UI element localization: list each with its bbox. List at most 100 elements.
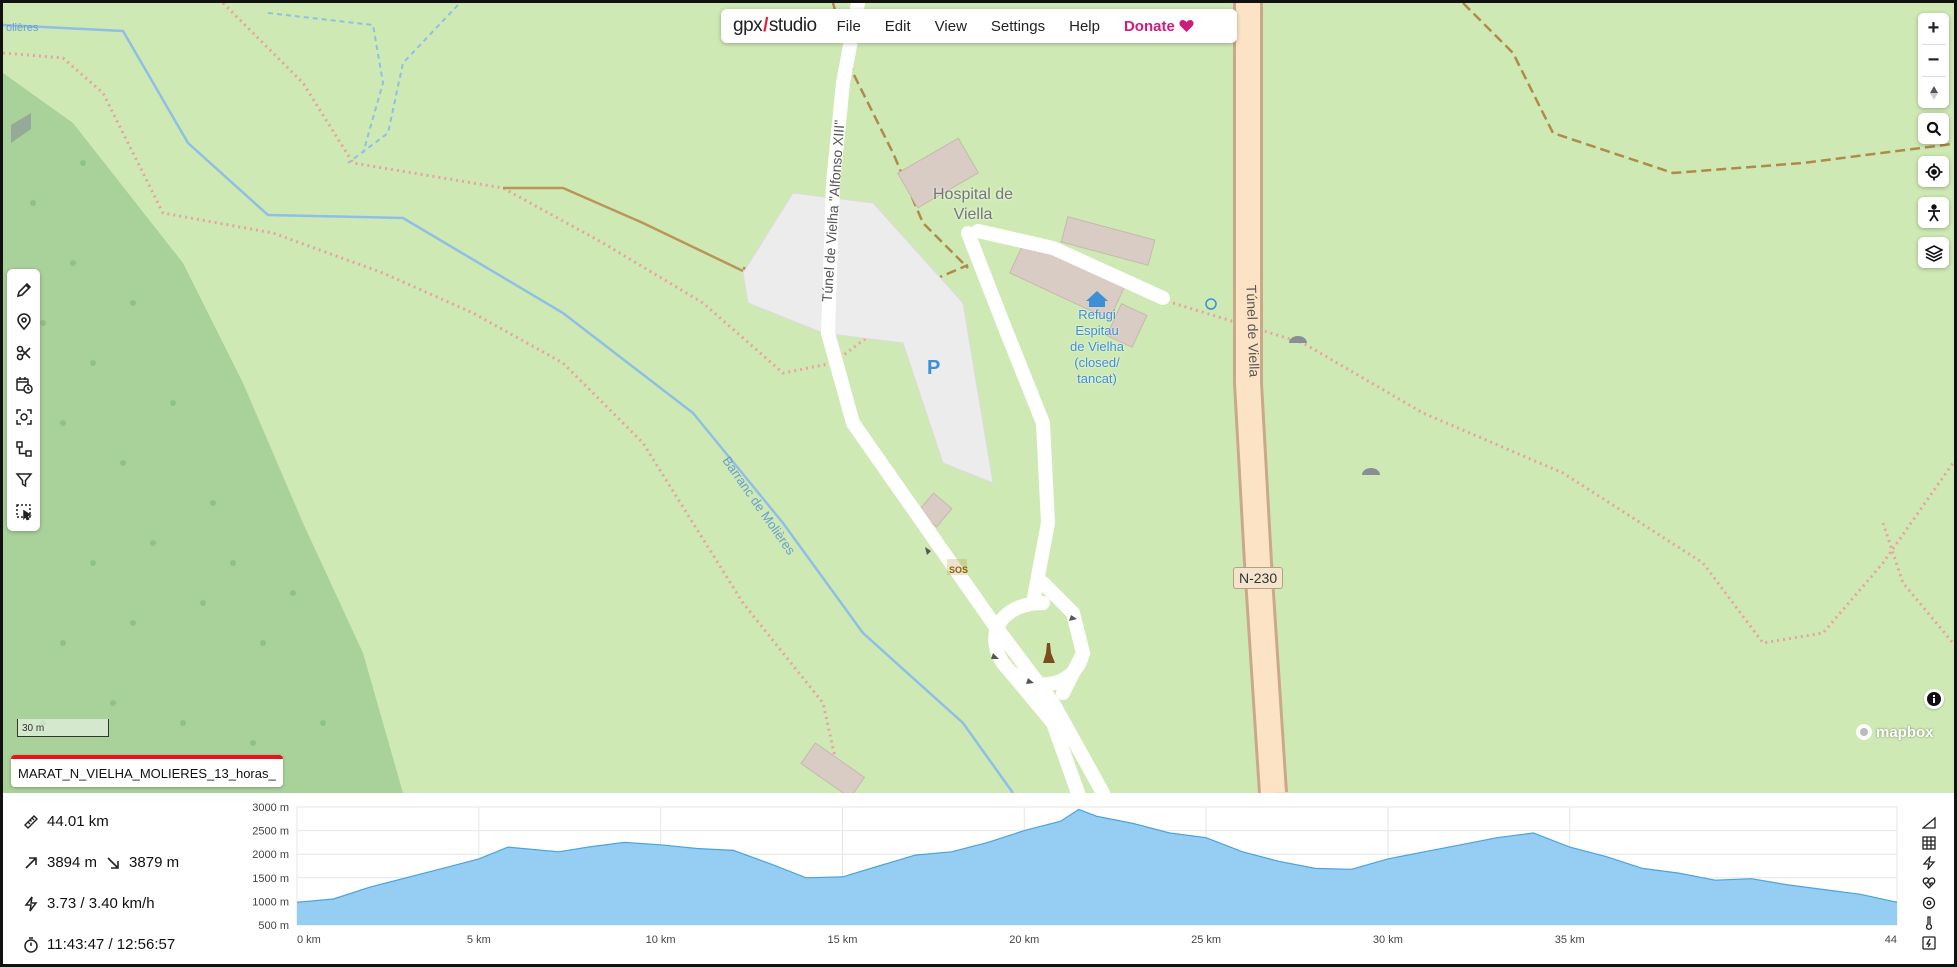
x-tick-label: 5 km [467,934,491,946]
cadence-icon [1922,896,1936,910]
filter-button[interactable] [11,468,37,494]
mapbox-mark-icon [1856,724,1872,740]
dashed-select-icon [15,504,32,521]
crosshair-icon [1925,163,1942,180]
zoom-in-button[interactable]: + [1918,13,1949,44]
surface-toggle[interactable] [1921,835,1937,851]
scissors-icon [16,346,31,361]
menu-bar: gpx / studio File Edit View Settings Help … [721,9,1237,43]
search-icon [1926,121,1941,136]
map-label-hospital: Hospital de Viella [933,186,1014,223]
y-tick-label: 500 m [258,920,289,932]
heart-icon [1179,20,1194,32]
stat-time: 11:43:47 / 12:56:57 [23,936,175,953]
sos-label: SOS [949,565,969,575]
x-tick-label: 0 km [297,934,321,946]
menu-settings[interactable]: Settings [991,18,1045,35]
merge-button[interactable] [11,436,37,462]
power-toggle[interactable] [1921,935,1937,951]
scissors-button[interactable] [11,341,37,367]
menu-file[interactable]: File [837,18,861,35]
mapbox-logo[interactable]: mapbox [1855,723,1934,741]
x-tick-label: 44 [1885,934,1897,946]
zap-icon [1922,856,1936,870]
heart-pulse-icon [1922,877,1936,889]
menu-help[interactable]: Help [1069,18,1100,35]
tool-panel [7,269,40,531]
map-label-refugi: Refugi Espitau de Vielha (closed/ tancat… [1070,307,1124,386]
waypoint-button[interactable] [11,309,37,335]
power-icon [1922,936,1936,950]
compass-button[interactable] [1918,77,1949,108]
x-tick-label: 20 km [1009,934,1039,946]
donate-button[interactable]: Donate [1124,18,1194,35]
layers-control [1918,237,1949,268]
calendar-clock-icon [15,377,33,394]
compass-icon [1929,85,1938,100]
draw-route-button[interactable] [11,277,37,303]
stat-speed: 3.73 / 3.40 km/h [23,895,155,912]
anonymize-button[interactable] [11,404,37,430]
map-canvas[interactable]: olières Hospital de Viella Túnel de Viel… [3,3,1954,793]
menu-edit[interactable]: Edit [885,18,911,35]
y-tick-label: 1500 m [252,873,289,885]
merge-icon [15,440,32,457]
zoom-out-button[interactable]: − [1918,45,1949,76]
arrow-up-right-icon [25,856,37,869]
x-tick-label: 10 km [646,934,676,946]
grid-icon [1922,836,1936,850]
locate-control [1918,156,1949,187]
time-button[interactable] [11,372,37,398]
thermometer-icon [1925,916,1933,930]
elevation-profile-chart[interactable]: 500 m 1000 m 1500 m 2000 m 2500 m 3000 m 0 km 5… [229,801,1909,961]
person-icon [1927,203,1940,221]
timer-icon [24,936,38,953]
stat-elevation: 3894 m 3879 m [23,854,179,871]
speed-toggle[interactable] [1921,855,1937,871]
zoom-controls: + − [1918,13,1949,108]
menu-view[interactable]: View [935,18,967,35]
slope-icon [1922,816,1936,829]
profile-options [1921,815,1937,951]
x-tick-label: 15 km [827,934,857,946]
streetview-control [1918,197,1949,228]
layers-button[interactable] [1918,237,1949,268]
search-button[interactable] [1918,113,1949,144]
y-tick-label: 3000 m [252,802,289,814]
select-button[interactable] [11,499,37,525]
streetview-button[interactable] [1918,197,1949,228]
arrow-down-right-icon [107,856,119,869]
app-logo[interactable]: gpx / studio [733,15,817,37]
road-badge-n230: N-230 [1233,567,1284,589]
x-tick-label: 30 km [1373,934,1403,946]
scale-bar: 30 m [17,719,109,737]
elevation-area [297,809,1897,925]
app-window: olières Hospital de Viella Túnel de Viel… [0,0,1957,967]
map-label-molieres: olières [6,22,39,34]
zap-icon [24,896,38,911]
locate-button[interactable] [1918,156,1949,187]
search-control [1918,113,1949,144]
x-tick-label: 25 km [1191,934,1221,946]
pencil-icon [16,282,31,297]
scan-face-icon [15,409,32,425]
y-tick-label: 2500 m [252,826,289,838]
layers-icon [1924,244,1943,262]
plus-icon: + [1927,17,1940,39]
file-tab[interactable]: MARAT_N_VIELHA_MOLIERES_13_horas_ [11,755,283,787]
stat-distance: 44.01 km [23,813,109,830]
parking-label: P [927,357,941,379]
filter-icon [14,473,33,488]
heart-rate-toggle[interactable] [1921,875,1937,891]
temperature-toggle[interactable] [1921,915,1937,931]
map-pin-icon [16,312,31,330]
cadence-toggle[interactable] [1921,895,1937,911]
ruler-icon [24,814,38,829]
bottom-panel: 44.01 km 3894 m 3879 m 3.73 / 3.40 km/h … [3,793,1954,964]
y-tick-label: 1000 m [252,896,289,908]
info-icon[interactable] [1924,689,1944,709]
x-tick-label: 35 km [1555,934,1585,946]
y-tick-label: 2000 m [252,849,289,861]
minus-icon: − [1927,49,1940,71]
slope-toggle[interactable] [1921,815,1937,831]
